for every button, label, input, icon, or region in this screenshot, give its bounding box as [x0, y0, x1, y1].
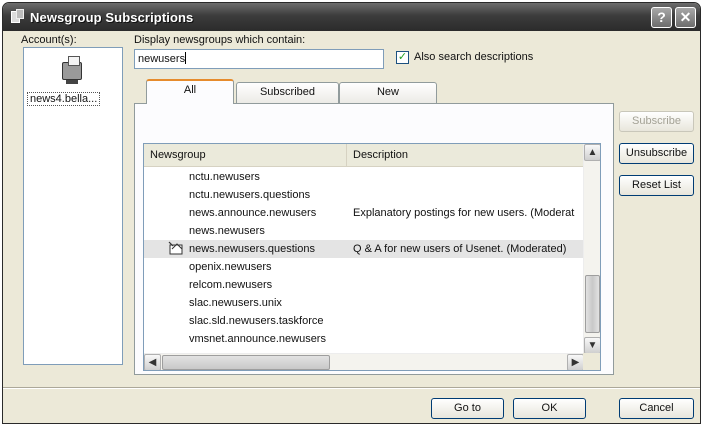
- list-row[interactable]: relcom.newusers: [144, 276, 584, 294]
- newsgroup-name: news.announce.newusers: [189, 207, 317, 219]
- newsgroup-name: vmsnet.announce.newusers: [189, 333, 326, 345]
- scrollbar-corner: [583, 353, 600, 370]
- newsgroup-name: news.newusers.questions: [189, 243, 315, 255]
- vertical-scrollbar[interactable]: ▲ ▼: [583, 144, 600, 354]
- newsgroup-name: slac.sld.newusers.taskforce: [189, 315, 324, 327]
- tab-subscribed[interactable]: Subscribed: [236, 82, 339, 103]
- list-row[interactable]: vmsnet.announce.newusers: [144, 330, 584, 348]
- scroll-left-button[interactable]: ◀: [144, 354, 161, 370]
- list-row[interactable]: news.announce.newusers Explanatory postin…: [144, 204, 584, 222]
- horizontal-scroll-thumb[interactable]: [162, 355, 330, 370]
- list-row[interactable]: openix.newusers: [144, 258, 584, 276]
- account-item[interactable]: news4.bella...: [27, 92, 101, 106]
- bottom-separator: [3, 387, 700, 389]
- newsgroup-description: Explanatory postings for new users. (Mod…: [353, 207, 575, 219]
- title-bar: Newsgroup Subscriptions ? ✕: [3, 3, 700, 31]
- tab-new[interactable]: New: [339, 82, 437, 103]
- newsgroup-icon: [11, 9, 25, 25]
- newsgroup-name: slac.newusers.unix: [189, 297, 282, 309]
- reset-list-button[interactable]: Reset List: [619, 175, 694, 196]
- vertical-scroll-thumb[interactable]: [585, 275, 600, 333]
- list-rows: nctu.newusers nctu.newusers.questions ne…: [144, 168, 584, 348]
- cancel-button[interactable]: Cancel: [619, 398, 694, 419]
- scroll-up-button[interactable]: ▲: [584, 144, 600, 161]
- list-header: Newsgroup Description: [144, 144, 584, 167]
- newsgroup-name: openix.newusers: [189, 261, 272, 273]
- list-row[interactable]: nctu.newusers.questions: [144, 186, 584, 204]
- also-search-descriptions-checkbox[interactable]: ✓: [396, 51, 409, 64]
- close-button[interactable]: ✕: [675, 7, 696, 28]
- goto-button[interactable]: Go to: [431, 398, 504, 419]
- newsgroup-list[interactable]: Newsgroup Description nctu.newusers nctu…: [143, 143, 601, 371]
- subscribe-button[interactable]: Subscribe: [619, 111, 694, 132]
- tab-all[interactable]: All: [146, 79, 234, 104]
- news-server-icon: [58, 56, 88, 84]
- scroll-down-button[interactable]: ▼: [584, 337, 600, 354]
- dialog-title: Newsgroup Subscriptions: [30, 9, 194, 25]
- list-row[interactable]: slac.newusers.unix: [144, 294, 584, 312]
- unsubscribe-button[interactable]: Unsubscribe: [619, 143, 694, 164]
- list-row-selected[interactable]: news.newusers.questions Q & A for new use…: [144, 240, 584, 258]
- column-header-description[interactable]: Description: [347, 144, 584, 166]
- list-row[interactable]: slac.sld.newusers.taskforce: [144, 312, 584, 330]
- subscribed-icon: [168, 241, 183, 255]
- newsgroup-name: news.newusers: [189, 225, 265, 237]
- help-button[interactable]: ?: [651, 7, 672, 28]
- horizontal-scrollbar[interactable]: ◀ ▶: [144, 353, 584, 370]
- list-row[interactable]: news.newusers: [144, 222, 584, 240]
- list-row[interactable]: nctu.newusers: [144, 168, 584, 186]
- filter-label: Display newsgroups which contain:: [134, 34, 306, 46]
- newsgroup-description: Q & A for new users of Usenet. (Moderate…: [353, 243, 567, 255]
- newsgroup-name: nctu.newusers: [189, 171, 260, 183]
- newsgroup-name: nctu.newusers.questions: [189, 189, 311, 201]
- newsgroup-search-input[interactable]: newusers: [134, 49, 384, 69]
- column-header-newsgroup[interactable]: Newsgroup: [144, 144, 347, 166]
- accounts-list[interactable]: news4.bella...: [23, 47, 123, 365]
- ok-button[interactable]: OK: [513, 398, 586, 419]
- accounts-label: Account(s):: [21, 34, 77, 46]
- also-search-descriptions-label: Also search descriptions: [414, 51, 534, 63]
- newsgroup-name: relcom.newusers: [189, 279, 273, 291]
- search-input-value: newusers: [138, 53, 186, 65]
- newsgroup-subscriptions-dialog: Newsgroup Subscriptions ? ✕ Account(s): …: [2, 2, 701, 424]
- scroll-right-button[interactable]: ▶: [567, 354, 584, 370]
